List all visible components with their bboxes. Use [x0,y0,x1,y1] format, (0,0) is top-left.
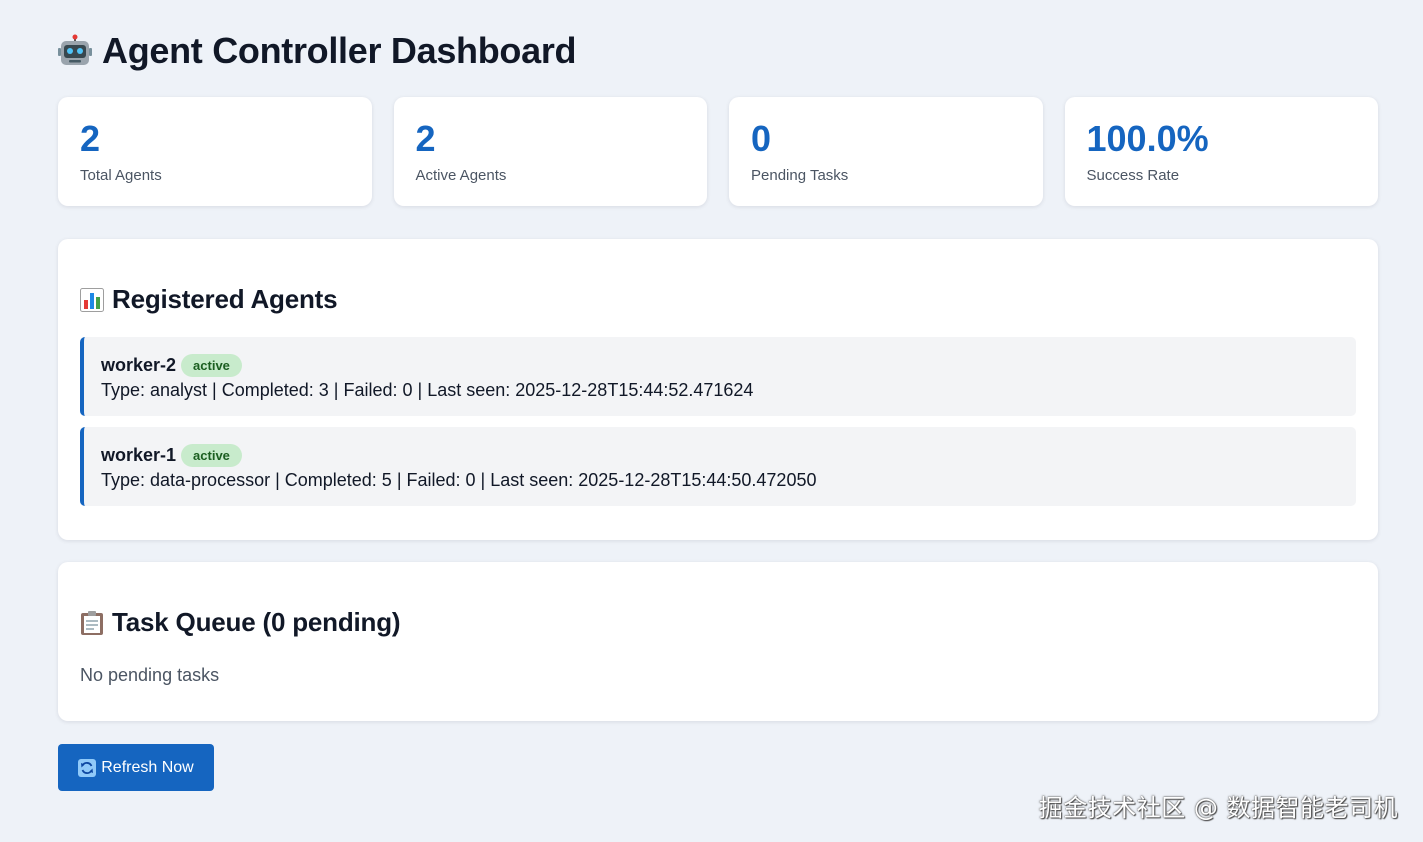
stat-value: 100.0% [1086,118,1209,159]
panel-title: Task Queue (0 pending) [112,607,401,637]
agent-item: worker-1 active Type: data-processor | C… [80,427,1356,506]
panel-heading: Registered Agents [80,284,1356,315]
agent-header: worker-2 active [101,352,1339,379]
panel-heading: Task Queue (0 pending) [80,607,1356,638]
stat-value: 2 [80,118,101,159]
agent-name: worker-2 [101,355,177,375]
status-badge: active [181,444,242,467]
refresh-button[interactable]: Refresh Now [58,744,214,791]
watermark-text: 掘金技术社区 @ 数据智能老司机 [1038,794,1398,822]
bar-chart-icon [80,287,104,312]
stats-row: 2 Total Agents 2 Active Agents 0 Pending… [58,97,1378,206]
stat-card-total-agents: 2 Total Agents [58,97,372,206]
stat-label: Total Agents [80,167,162,184]
dashboard-page: Agent Controller Dashboard 2 Total Agent… [0,0,1423,842]
robot-icon [58,34,92,68]
status-badge: active [181,354,242,377]
stat-card-success-rate: 100.0% Success Rate [1064,97,1378,206]
agent-list: worker-2 active Type: analyst | Complete… [80,337,1356,506]
stat-label: Pending Tasks [751,167,849,184]
stat-value: 2 [415,118,436,159]
agent-details: Type: analyst | Completed: 3 | Failed: 0… [101,380,754,400]
stat-label: Active Agents [415,167,507,184]
panel-title: Registered Agents [112,284,338,314]
agent-item: worker-2 active Type: analyst | Complete… [80,337,1356,416]
refresh-button-label: Refresh Now [101,758,194,776]
agent-name: worker-1 [101,445,177,465]
page-title: Agent Controller Dashboard [102,30,577,71]
stat-label: Success Rate [1086,167,1180,184]
stat-card-active-agents: 2 Active Agents [393,97,707,206]
page-header: Agent Controller Dashboard [58,30,577,72]
task-queue-panel: Task Queue (0 pending) No pending tasks [58,562,1378,721]
registered-agents-panel: Registered Agents worker-2 active Type: … [58,239,1378,540]
stat-value: 0 [751,118,772,159]
clipboard-icon [80,610,104,636]
stat-card-pending-tasks: 0 Pending Tasks [729,97,1043,206]
agent-header: worker-1 active [101,442,1339,469]
agent-details: Type: data-processor | Completed: 5 | Fa… [101,470,817,490]
empty-queue-message: No pending tasks [80,665,220,685]
refresh-icon [78,758,97,777]
